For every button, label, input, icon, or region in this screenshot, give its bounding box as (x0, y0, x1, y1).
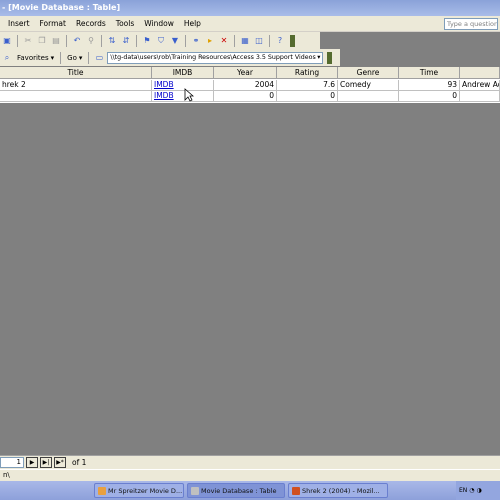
copy-icon[interactable]: ❐ (36, 35, 48, 47)
taskbar-label: Shrek 2 (2004) - Mozil... (302, 486, 380, 495)
favorites-label: Favorites (17, 53, 49, 62)
taskbar-item-movie-db[interactable]: Mr Spreitzer Movie D... (94, 483, 184, 498)
toolbar-separator (66, 34, 67, 47)
toolbar-separator (269, 34, 270, 47)
toolbar-separator (101, 34, 102, 47)
filter-by-selection-icon[interactable]: ⚑ (141, 35, 153, 47)
menu-records[interactable]: Records (71, 19, 111, 28)
menu-format[interactable]: Format (35, 19, 71, 28)
cell-next[interactable]: Andrew Ad (460, 80, 500, 91)
taskbar-item-mozilla[interactable]: Shrek 2 (2004) - Mozil... (288, 483, 388, 498)
chevron-down-icon: ▾ (50, 53, 55, 62)
database-window-icon[interactable]: ▦ (239, 35, 251, 47)
column-header-rating[interactable]: Rating (277, 67, 338, 79)
chevron-down-icon[interactable]: ▾ (317, 54, 320, 61)
print-preview-icon[interactable]: ▣ (1, 35, 13, 47)
window-title-bar: - [Movie Database : Table] (0, 0, 500, 16)
browser-icon (292, 486, 300, 495)
record-navigation-bar: 1 ▶ ▶| ▶* of 1 (0, 455, 500, 469)
search-web-icon[interactable]: ⌕ (1, 52, 13, 64)
tray-icon[interactable]: ◑ (477, 487, 482, 494)
record-count-label: of 1 (72, 458, 87, 467)
tray-icon[interactable]: ◔ (469, 487, 474, 494)
column-header-year[interactable]: Year (214, 67, 277, 79)
toolbar-separator (88, 51, 90, 64)
access-icon (191, 486, 199, 495)
sort-descending-icon[interactable]: ⇵ (120, 35, 132, 47)
toolbar-grip[interactable] (327, 51, 333, 64)
cell-year[interactable]: 2004 (214, 80, 277, 91)
next-record-button[interactable]: ▶ (26, 457, 38, 468)
windows-taskbar: Mr Spreitzer Movie D... Movie Database :… (0, 481, 500, 500)
window-title: - [Movie Database : Table] (2, 3, 121, 12)
cut-icon[interactable]: ✂ (22, 35, 34, 47)
status-text: n\ (3, 471, 10, 479)
web-toolbar: ⌕ Favorites ▾ Go ▾ ▭ \\tg-data\users\rob… (0, 49, 340, 66)
last-record-button[interactable]: ▶| (40, 457, 52, 468)
find-icon[interactable]: ⚭ (190, 35, 202, 47)
taskbar-label: Mr Spreitzer Movie D... (108, 486, 183, 495)
toolbar-separator (185, 34, 186, 47)
system-tray: EN ◔ ◑ (456, 481, 500, 500)
database-toolbar: ▣ ✂ ❐ ▤ ↶ ⚲ ⇅ ⇵ ⚑ ⛉ ▼ ⚭ ▸ ✕ ▦ ◫ ? (0, 32, 320, 49)
go-label: Go (67, 53, 77, 62)
favorites-button[interactable]: Favorites ▾ (15, 54, 56, 62)
column-header-title[interactable]: Title (0, 67, 152, 79)
cell-imdb-link[interactable]: IMDB (152, 91, 214, 102)
toolbar-grip[interactable] (290, 34, 295, 47)
address-combo[interactable]: \\tg-data\users\rob\Training Resources\A… (107, 51, 324, 64)
hyperlink-icon[interactable]: ⚲ (85, 35, 97, 47)
cell-rating[interactable]: 0 (277, 91, 338, 102)
cell-time[interactable]: 93 (399, 80, 460, 91)
apply-filter-icon[interactable]: ▼ (169, 35, 181, 47)
chevron-down-icon: ▾ (78, 53, 83, 62)
menu-help[interactable]: Help (179, 19, 206, 28)
show-only-web-toolbar-icon[interactable]: ▭ (93, 52, 105, 64)
mouse-pointer-icon (184, 88, 194, 102)
new-record-nav-button[interactable]: ▶* (54, 457, 66, 468)
new-object-icon[interactable]: ◫ (253, 35, 265, 47)
sort-ascending-icon[interactable]: ⇅ (106, 35, 118, 47)
toolbar-separator (136, 34, 137, 47)
folder-icon (98, 486, 106, 495)
toolbar-separator (234, 34, 235, 47)
help-search-input[interactable]: Type a question (444, 18, 498, 30)
paste-icon[interactable]: ▤ (50, 35, 62, 47)
taskbar-label: Movie Database : Table (201, 486, 277, 495)
menu-insert[interactable]: Insert (0, 19, 35, 28)
language-indicator[interactable]: EN (459, 487, 467, 494)
record-number-input[interactable]: 1 (0, 457, 24, 468)
toolbar-separator (17, 34, 18, 47)
new-record-icon[interactable]: ▸ (204, 35, 216, 47)
cell-rating[interactable]: 7.6 (277, 80, 338, 91)
cell-genre[interactable] (338, 91, 399, 102)
menu-window[interactable]: Window (139, 19, 179, 28)
cell-next[interactable] (460, 91, 500, 102)
menu-bar: Insert Format Records Tools Window Help … (0, 16, 500, 32)
go-button[interactable]: Go ▾ (65, 54, 84, 62)
column-header-next[interactable] (460, 67, 500, 79)
undo-icon[interactable]: ↶ (71, 35, 83, 47)
column-header-genre[interactable]: Genre (338, 67, 399, 79)
datasheet-grid: Title IMDB Year Rating Genre Time hrek 2… (0, 67, 500, 103)
help-icon[interactable]: ? (274, 35, 286, 47)
cell-title[interactable] (0, 91, 152, 102)
column-header-imdb[interactable]: IMDB (152, 67, 214, 79)
cell-imdb-link[interactable]: IMDB (152, 80, 214, 91)
address-value: \\tg-data\users\rob\Training Resources\A… (110, 54, 316, 61)
column-header-time[interactable]: Time (399, 67, 460, 79)
cell-genre[interactable]: Comedy (338, 80, 399, 91)
cell-time[interactable]: 0 (399, 91, 460, 102)
filter-by-form-icon[interactable]: ⛉ (155, 35, 167, 47)
cell-title[interactable]: hrek 2 (0, 80, 152, 91)
cell-year[interactable]: 0 (214, 91, 277, 102)
menu-tools[interactable]: Tools (111, 19, 139, 28)
delete-record-icon[interactable]: ✕ (218, 35, 230, 47)
toolbar-separator (60, 51, 62, 64)
taskbar-item-access-table[interactable]: Movie Database : Table (187, 483, 285, 498)
status-bar: n\ (0, 469, 500, 481)
